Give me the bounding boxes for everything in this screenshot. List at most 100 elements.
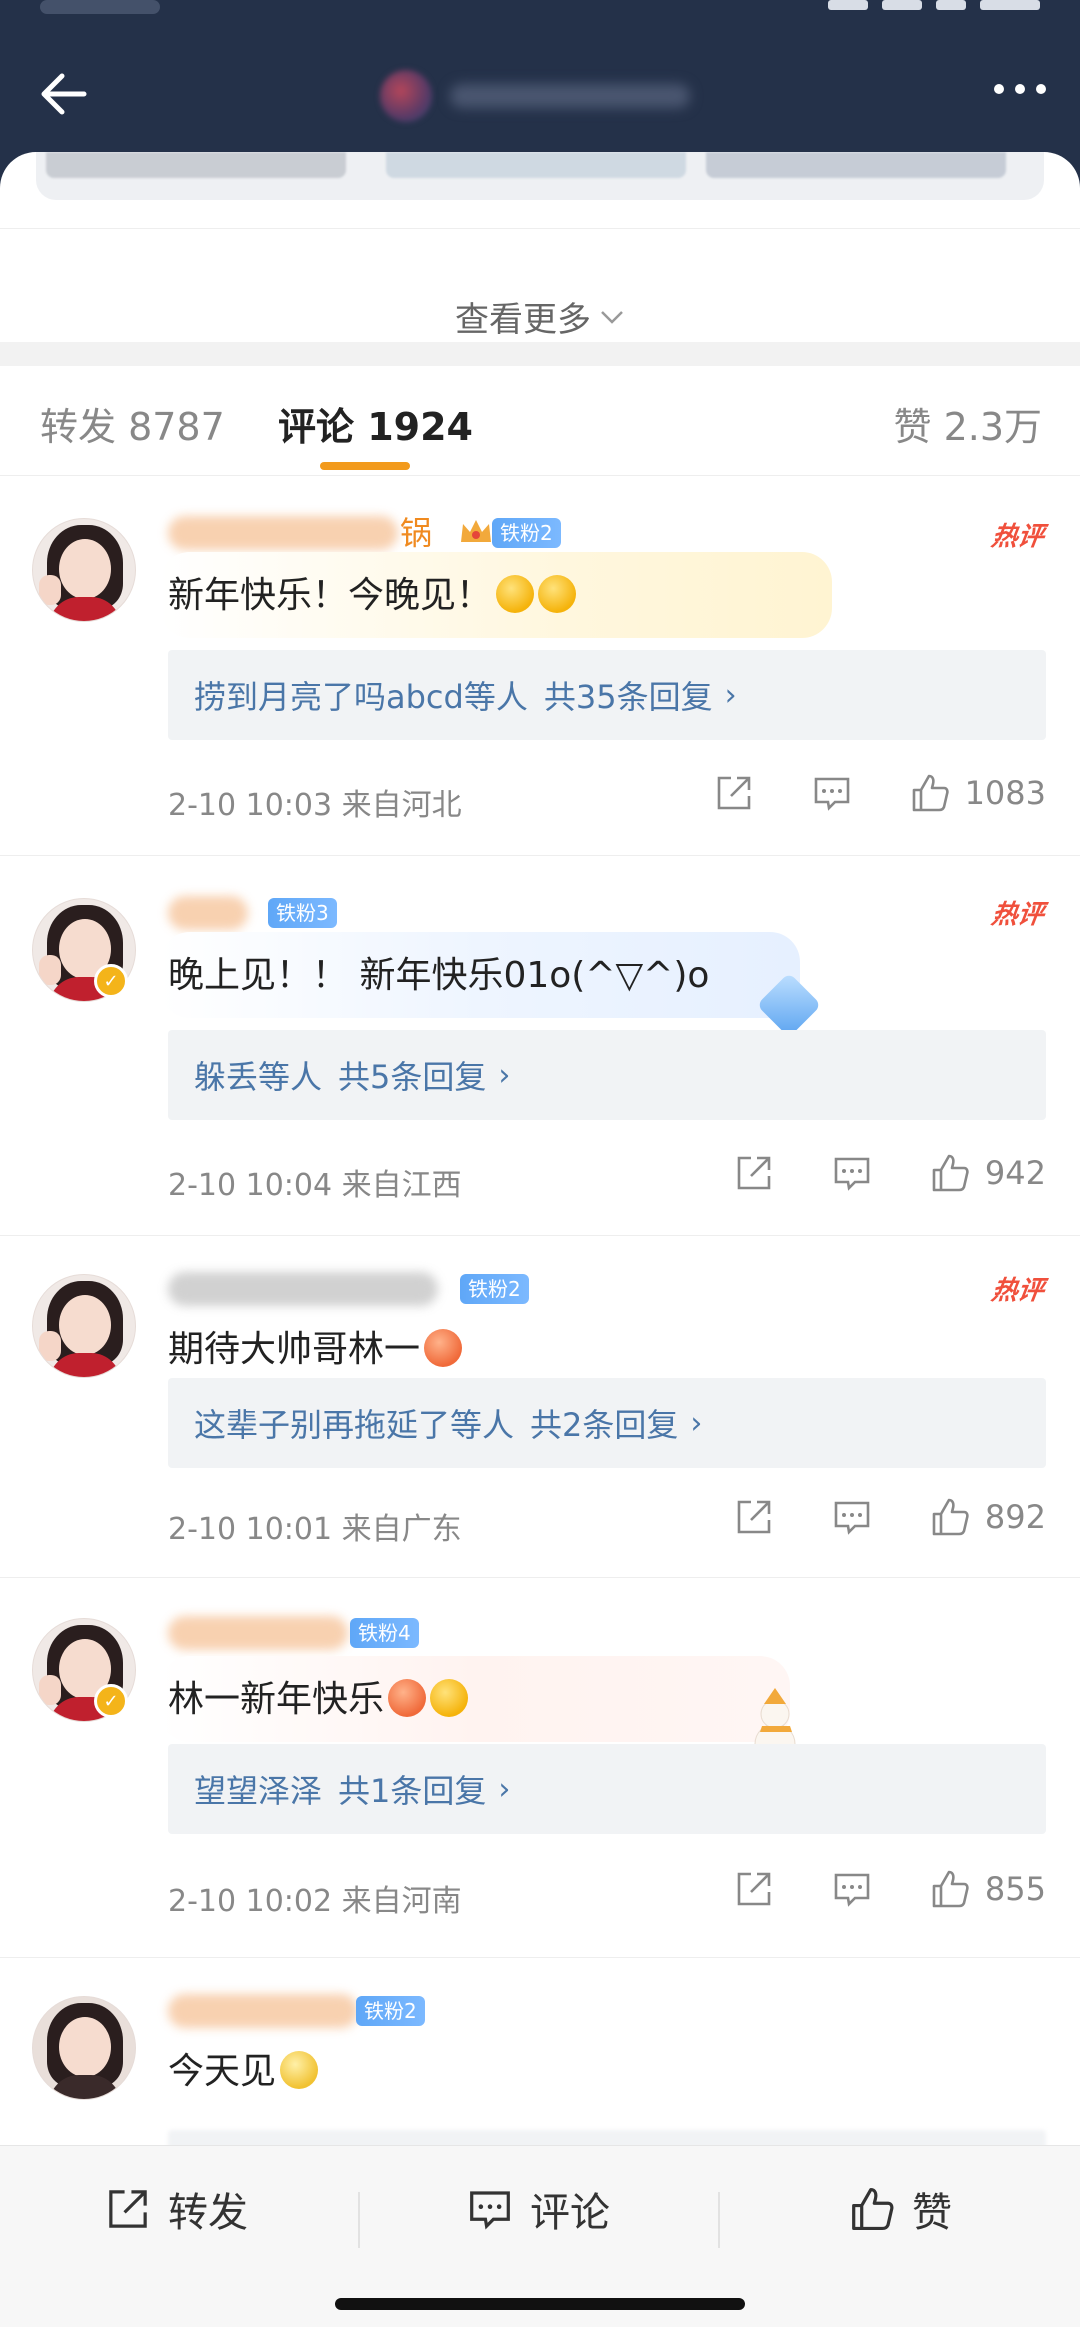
image-strip — [36, 152, 1044, 200]
verified-badge-icon: ✓ — [94, 1684, 128, 1718]
status-bar-icons — [790, 0, 1040, 14]
fan-badge: 铁粉3 — [268, 898, 337, 928]
replies-total: 共2条回复 — [530, 1406, 679, 1444]
hot-comment-badge: 热评 — [989, 1276, 1046, 1306]
chevron-down-icon — [601, 310, 623, 324]
username[interactable] — [168, 896, 248, 930]
glasses-emoji-icon — [280, 2051, 319, 2089]
chevron-right-icon: › — [498, 1771, 511, 1807]
comment-text: 期待大帅哥林一 — [168, 1320, 463, 1372]
username[interactable] — [168, 516, 398, 550]
comment-location: 来自江西 — [341, 1168, 462, 1203]
replies-preview[interactable]: 捞到月亮了吗abcd等人 共35条回复 › — [168, 650, 1046, 740]
comment-button[interactable]: 评论 — [466, 2180, 610, 2238]
comment-meta: 2-10 10:01 来自广东 — [168, 1504, 462, 1548]
comment-location: 来自河北 — [341, 788, 462, 823]
comment-icon[interactable] — [831, 1496, 873, 1538]
nav-title-user[interactable] — [380, 64, 710, 124]
comment-icon[interactable] — [831, 1868, 873, 1910]
avatar[interactable] — [32, 518, 136, 622]
comment-label: 评论 — [530, 2190, 610, 2236]
arrow-left-icon[interactable] — [34, 64, 94, 124]
comment-text: 今天见 — [168, 2042, 319, 2094]
comment-item: ✓ 铁粉4 林一新年快乐 望望泽泽 共1条回复 › 2-10 10:02 来自河… — [0, 1578, 1080, 1958]
fan-badge: 铁粉2 — [492, 518, 561, 548]
replies-users: 躲丢等人 — [194, 1058, 323, 1096]
comment-actions: 892 — [677, 1496, 1046, 1538]
fan-badge: 铁粉2 — [356, 1996, 425, 2026]
replies-total: 共1条回复 — [338, 1772, 487, 1810]
divider — [358, 2192, 360, 2248]
divider — [718, 2192, 720, 2248]
surprised-emoji-icon — [496, 575, 535, 613]
crown-icon — [461, 520, 491, 542]
active-tab-indicator — [320, 462, 410, 470]
comment-actions: 942 — [677, 1152, 1046, 1194]
username-tail: 锅 — [400, 514, 433, 552]
home-indicator[interactable] — [335, 2298, 745, 2310]
tab-comments[interactable]: 评论 1924 — [278, 396, 473, 451]
replies-preview[interactable]: 这辈子别再拖延了等人 共2条回复 › — [168, 1378, 1046, 1468]
monster-emoji-icon — [424, 1329, 463, 1367]
comment-icon — [470, 2191, 510, 2230]
username[interactable] — [168, 1994, 358, 2028]
replies-users: 望望泽泽 — [194, 1772, 323, 1810]
verified-badge-icon: ✓ — [94, 964, 128, 998]
comment-text: 晚上见！！ 新年快乐01o(^▽^)o — [168, 955, 710, 996]
thumbs-up-icon — [852, 2187, 894, 2231]
username[interactable] — [168, 1272, 438, 1306]
see-more-label: 查看更多 — [455, 300, 591, 340]
hot-comment-badge: 热评 — [989, 900, 1046, 930]
comment-meta: 2-10 10:04 来自江西 — [168, 1160, 462, 1204]
replies-users: 这辈子别再拖延了等人 — [194, 1406, 515, 1444]
thumbs-up-icon[interactable] — [909, 772, 951, 814]
section-divider — [0, 342, 1080, 366]
like-count: 892 — [984, 1498, 1046, 1536]
comment-location: 来自广东 — [341, 1512, 462, 1547]
comment-actions: 1083 — [657, 772, 1046, 814]
thumbs-up-icon[interactable] — [929, 1496, 971, 1538]
replies-preview[interactable]: 望望泽泽 共1条回复 › — [168, 1744, 1046, 1834]
comment-actions: 855 — [677, 1868, 1046, 1910]
share-icon[interactable] — [733, 1496, 775, 1538]
like-count: 942 — [984, 1154, 1046, 1192]
comment-text: 新年快乐！今晚见！ — [168, 566, 577, 618]
comment-item: 铁粉2 热评 期待大帅哥林一 这辈子别再拖延了等人 共2条回复 › 2-10 1… — [0, 1236, 1080, 1578]
like-count: 1083 — [964, 774, 1046, 812]
hot-comment-badge: 热评 — [989, 522, 1046, 552]
share-icon[interactable] — [713, 772, 755, 814]
comment-time: 2-10 10:03 — [168, 788, 333, 823]
share-icon — [109, 2190, 147, 2228]
replies-total: 共5条回复 — [338, 1058, 487, 1096]
comment-text: 林一新年快乐 — [168, 1670, 469, 1722]
like-button[interactable]: 赞 — [848, 2180, 952, 2238]
like-count: 855 — [984, 1870, 1046, 1908]
username[interactable] — [168, 1616, 348, 1650]
thumbs-up-icon[interactable] — [929, 1152, 971, 1194]
share-icon[interactable] — [733, 1868, 775, 1910]
replies-total: 共35条回复 — [543, 678, 713, 716]
fan-badge: 铁粉4 — [350, 1618, 419, 1648]
tab-likes[interactable]: 赞 2.3万 — [893, 396, 1042, 451]
replies-users: 捞到月亮了吗abcd等人 — [194, 678, 528, 716]
content-card: 查看更多 转发 8787 评论 1924 赞 2.3万 锅 铁粉2 热评 新年快… — [0, 152, 1080, 2327]
status-bar-time — [40, 0, 160, 14]
repost-button[interactable]: 转发 — [104, 2180, 248, 2238]
avatar[interactable] — [32, 1274, 136, 1378]
comment-location: 来自河南 — [341, 1884, 462, 1919]
comment-item: 锅 铁粉2 热评 新年快乐！今晚见！ 捞到月亮了吗abcd等人 共35条回复 ›… — [0, 476, 1080, 856]
share-icon[interactable] — [733, 1152, 775, 1194]
comment-item: ✓ 铁粉3 热评 晚上见！！ 新年快乐01o(^▽^)o 躲丢等人 共5条回复 … — [0, 856, 1080, 1236]
comment-meta: 2-10 10:03 来自河北 — [168, 780, 462, 824]
comment-icon[interactable] — [831, 1152, 873, 1194]
thumbs-up-icon[interactable] — [929, 1868, 971, 1910]
bottom-action-bar: 转发 评论 赞 — [0, 2145, 1080, 2327]
replies-preview[interactable]: 躲丢等人 共5条回复 › — [168, 1030, 1046, 1120]
fan-badge: 铁粉2 — [460, 1274, 529, 1304]
comment-icon[interactable] — [811, 772, 853, 814]
chevron-right-icon: › — [498, 1057, 511, 1093]
avatar[interactable] — [32, 1996, 136, 2100]
chevron-right-icon: › — [724, 677, 737, 713]
more-dots-icon[interactable] — [994, 84, 1046, 94]
tab-repost[interactable]: 转发 8787 — [40, 396, 225, 451]
